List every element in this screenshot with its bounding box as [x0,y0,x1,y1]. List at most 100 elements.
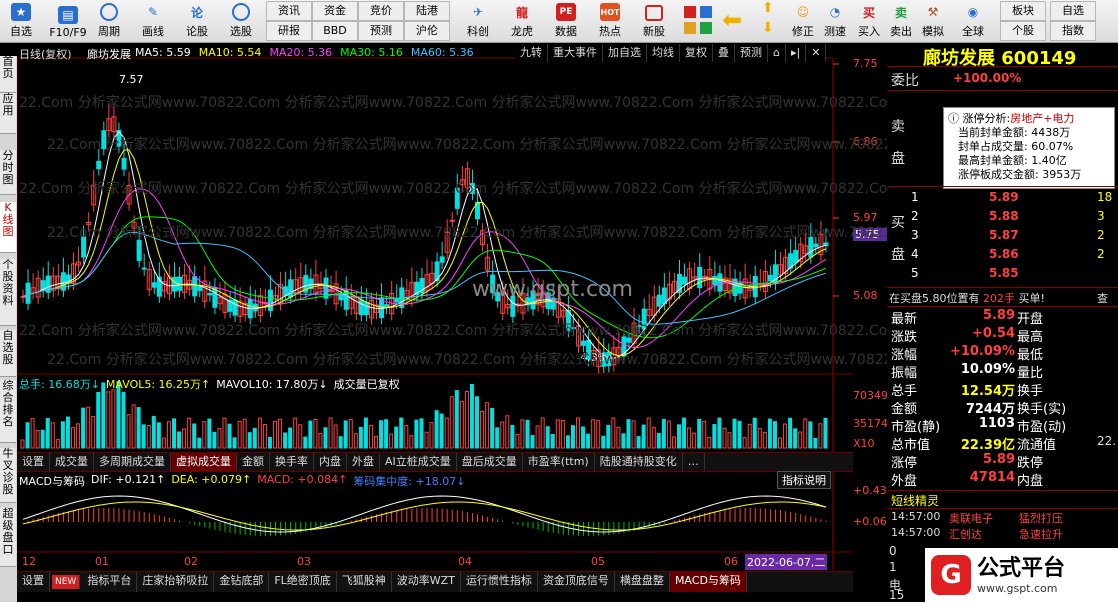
volume-bar [601,435,606,449]
bottom-indicator-tab[interactable]: 金钻底部 [214,572,270,592]
down-arrow-icon[interactable]: ⬇ [762,20,774,36]
chart-top-button[interactable]: ▸| [786,44,807,62]
back-arrow-icon[interactable]: ⬅ [722,6,742,34]
chart-top-button[interactable]: ✕ [806,44,827,62]
tab-profile[interactable]: 个股资料 [0,259,16,326]
chart-top-button[interactable]: ⌂ [768,44,786,62]
indicator-help-button[interactable]: 指标说明 [777,471,831,489]
toolbar-ipo[interactable]: 新股 [634,0,674,42]
bottom-indicator-tab[interactable]: NEW [52,575,81,589]
toolbar-auction[interactable]: 竞价 [358,1,404,21]
tab-watchlist[interactable]: 自选股 [0,330,16,377]
volume-bar [732,418,737,449]
tab-apps[interactable]: 应用 [0,93,16,134]
chart-top-buttons: 九转 重大事件 加自选 均线 复权叠预测 ⌂ ▸| ✕ [515,44,827,62]
toolbar-f10[interactable]: ▤ F10/F9 [46,0,90,42]
volume-bar [631,420,636,449]
elf-row[interactable]: 14:57:00 奥联电子 猛烈打压 [887,510,1118,526]
bottom-indicator-tab[interactable]: FL绝密顶底 [269,572,337,592]
bottom-indicator-tab[interactable]: 横盘盘整 [615,572,670,592]
toolbar-hot[interactable]: HOT 热点 [590,0,630,42]
candle-body [96,160,102,170]
indicator-tab[interactable]: 换手率 [270,453,314,471]
toolbar-global[interactable]: ◉ 全球 [956,0,990,42]
bottom-indicator-tab[interactable]: 运行惯性指标 [461,572,538,592]
toolbar-index[interactable]: 指数 [1050,21,1096,41]
toolbar-correct[interactable]: ☺ 修正 [788,0,818,42]
red-square-icon[interactable] [684,6,696,18]
tab-superboard[interactable]: 超级盘口 [0,508,16,567]
elf-row[interactable]: 14:57:00 汇创达 急速拉升 [887,526,1118,542]
check-link[interactable]: 查 [1097,290,1108,306]
toolbar-selfselect[interactable]: 自选 [1050,1,1096,21]
up-arrow-icon[interactable]: ⬆ [762,0,774,16]
chart-top-button[interactable]: 复权 [680,44,713,62]
chart-top-button[interactable]: 叠 [713,44,735,62]
tab-ranking[interactable]: 综合排名 [0,380,16,443]
volume-legend: 总手: 16.68万↓ MAVOL5: 16.25万↑ MAVOL10: 17.80… [19,376,400,392]
indicator-tab[interactable]: … [683,453,705,471]
toolbar-hk[interactable]: 陆港 [404,1,450,21]
toolbar-forecast[interactable]: 预测 [358,21,404,41]
indicator-tab[interactable]: 盘后成交量 [457,453,523,471]
toolbar-simulate[interactable]: ⚒ 模拟 [918,0,948,42]
volume-bar [333,424,338,449]
indicator-tab[interactable]: 成交量 [50,453,94,471]
indicator-tab[interactable]: 设置 [17,453,50,471]
indicator-tab[interactable]: 多周期成交量 [94,453,171,471]
bottom-indicator-tab[interactable]: 资金顶底信号 [538,572,615,592]
toolbar-dragon-tiger[interactable]: 龍龙虎 [502,0,542,42]
toolbar-discuss[interactable]: 论论股 [180,0,214,42]
tab-kline[interactable]: K线图 [0,202,16,253]
toolbar-period[interactable]: 周期 [92,0,126,42]
toolbar-shlondon[interactable]: 沪伦 [404,21,450,41]
toolbar-screen[interactable]: 选股 [224,0,258,42]
toolbar-report[interactable]: 研报 [266,21,312,41]
bottom-indicator-tab[interactable]: 飞狐股神 [337,572,392,592]
indicator-tab[interactable]: 内盘 [314,453,347,471]
toolbar-sector[interactable]: 板块 [1000,1,1046,21]
chart-top-button[interactable]: 九转 [515,44,548,62]
toolbar-sell[interactable]: 卖卖出 [886,0,916,42]
volume-bar [35,430,40,449]
indicator-tab[interactable]: 金额 [237,453,270,471]
volume-bar [677,424,681,449]
candle-body [197,286,203,291]
kline-chart-area[interactable]: 日线(复权) 廊坊发展 MA5: 5.59 MA10: 5.54 MA20: 5.3… [17,44,929,600]
bottom-indicator-tab[interactable]: 设置 [17,572,50,592]
toolbar-speedtest[interactable]: ◔ 测速 [820,0,850,42]
toolbar-stock[interactable]: 个股 [1000,21,1046,41]
elf-extra: 0 [889,544,897,558]
toolbar-star-market[interactable]: ✈ 科创 [458,0,498,42]
indicator-tab[interactable]: 外盘 [347,453,380,471]
x-axis-label: 03 [297,555,311,568]
indicator-tab[interactable]: 市盈率(ttm) [523,453,595,471]
bottom-indicator-tab[interactable]: MACD与筹码 [669,572,747,592]
elf-time: 14:57:00 [891,526,941,539]
chart-top-button[interactable]: 加自选 [603,44,647,62]
indicator-tab[interactable]: 虚拟成交量 [171,453,237,471]
tab-home[interactable]: 首页 [0,56,16,93]
blue-square-icon[interactable] [700,6,712,18]
chart-top-button[interactable]: 预测 [735,44,768,62]
toolbar-bbd[interactable]: BBD [312,21,358,41]
toolbar-watchlist[interactable]: ★ 自选 [4,0,38,42]
bottom-indicator-tab[interactable]: 庄家抬轿吸拉 [137,572,215,592]
chart-top-button[interactable]: 均线 [647,44,680,62]
toolbar-news[interactable]: 资讯 [266,1,312,21]
tab-diagnose[interactable]: 牛叉诊股 [0,448,16,503]
tab-timeshare[interactable]: 分时图 [0,150,16,195]
indicator-tab[interactable]: AI立桩成交量 [380,453,457,471]
yellow-square-icon[interactable] [684,22,696,34]
green-square-icon[interactable] [700,22,712,34]
bottom-indicator-tab[interactable]: 波动率WZT [392,572,461,592]
volume-bar [166,421,171,449]
toolbar-buy[interactable]: 买买入 [854,0,884,42]
bottom-indicator-tab[interactable]: 指标平台 [82,572,138,592]
toolbar-draw[interactable]: ✎ 画线 [136,0,170,42]
ipo-icon [645,5,663,21]
toolbar-funds[interactable]: 资金 [312,1,358,21]
indicator-tab[interactable]: 陆股通持股变化 [595,453,683,471]
toolbar-data[interactable]: PE 数据 [546,0,586,42]
chart-top-button[interactable]: 重大事件 [548,44,603,62]
